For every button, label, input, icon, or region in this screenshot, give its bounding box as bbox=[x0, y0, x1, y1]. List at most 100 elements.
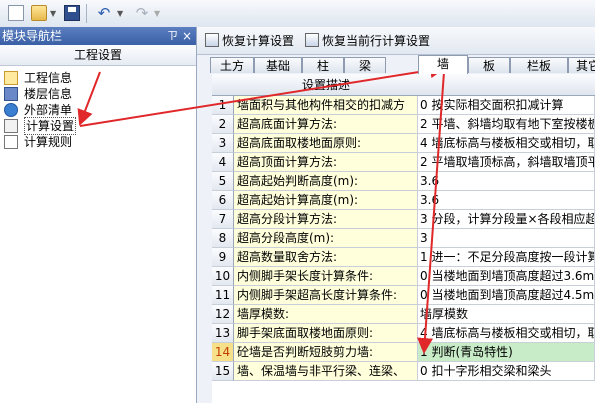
setting-value[interactable]: 0 按实际相交面积扣减计算 bbox=[418, 96, 595, 115]
tab-parapet[interactable]: 栏板 bbox=[510, 57, 568, 73]
table-row[interactable]: 2 超高底面计算方法: 2 平墙、斜墙均取有地下室按楼板 bbox=[212, 115, 595, 134]
setting-value[interactable]: 1 进一：不足分段高度按一段计算 bbox=[418, 248, 595, 267]
row-number: 13 bbox=[212, 324, 234, 343]
floor-icon bbox=[4, 87, 18, 101]
module-nav-panel: 模块导航栏 ㄗ × 工程设置 工程信息 楼层信息 外部清单 计算设置 计算规则 bbox=[0, 27, 197, 403]
table-row[interactable]: 4 超高顶面计算方法: 2 平墙取墙顶标高，斜墙取墙顶平 bbox=[212, 153, 595, 172]
setting-value[interactable]: 3.6 bbox=[418, 191, 595, 210]
table-row[interactable]: 11 内侧脚手架超高长度计算条件: 0 当楼地面到墙顶高度超过4.5m时 bbox=[212, 286, 595, 305]
nav-item-label: 工程信息 bbox=[24, 71, 73, 85]
tab-foundation[interactable]: 基础 bbox=[254, 57, 302, 73]
setting-description[interactable]: 超高分段计算方法: bbox=[234, 210, 418, 229]
setting-description[interactable]: 超高底面计算方法: bbox=[234, 115, 418, 134]
pin-icon[interactable]: ㄗ bbox=[167, 27, 178, 45]
nav-item-floor-info[interactable]: 楼层信息 bbox=[4, 86, 72, 102]
new-file-icon[interactable] bbox=[8, 5, 24, 21]
table-row[interactable]: 13 脚手架底面取楼地面原则: 4 墙底标高与楼板相交或相切，取 bbox=[212, 324, 595, 343]
table-row[interactable]: 7 超高分段计算方法: 3 分段，计算分段量×各段相应超 bbox=[212, 210, 595, 229]
nav-item-external-list[interactable]: 外部清单 bbox=[4, 102, 72, 118]
row-number: 8 bbox=[212, 229, 234, 248]
table-row[interactable]: 3 超高底面取楼地面原则: 4 墙底标高与楼板相交或相切，取 bbox=[212, 134, 595, 153]
table-row[interactable]: 12 墙厚模数: 墙厚模数 bbox=[212, 305, 595, 324]
setting-value[interactable]: 墙厚模数 bbox=[418, 305, 595, 324]
panel-title[interactable]: 工程设置 bbox=[0, 45, 196, 66]
setting-value[interactable]: 0 扣十字形相交梁和梁头 bbox=[418, 362, 595, 381]
restore-current-row-button[interactable]: 恢复当前行计算设置 bbox=[305, 32, 430, 48]
setting-value[interactable]: 4 墙底标高与楼板相交或相切，取 bbox=[418, 134, 595, 153]
chevron-down-icon: ▼ bbox=[154, 9, 161, 18]
restore-calc-settings-button[interactable]: 恢复计算设置 bbox=[205, 32, 294, 48]
nav-item-label: 外部清单 bbox=[24, 103, 73, 117]
table-row[interactable]: 8 超高分段高度(m): 3 bbox=[212, 229, 595, 248]
setting-description[interactable]: 墙面积与其他构件相交的扣减方 bbox=[234, 96, 418, 115]
table-row[interactable]: 10 内侧脚手架长度计算条件: 0 当楼地面到墙顶高度超过3.6m时 bbox=[212, 267, 595, 286]
nav-item-calc-settings[interactable]: 计算设置 bbox=[4, 117, 77, 135]
setting-description[interactable]: 超高底面取楼地面原则: bbox=[234, 134, 418, 153]
row-number: 9 bbox=[212, 248, 234, 267]
row-number: 3 bbox=[212, 134, 234, 153]
tab-column[interactable]: 柱 bbox=[302, 57, 344, 73]
setting-value[interactable]: 1 判断(青岛特性) bbox=[418, 343, 595, 362]
setting-description[interactable]: 内侧脚手架超高长度计算条件: bbox=[234, 286, 418, 305]
open-folder-icon[interactable] bbox=[31, 5, 47, 21]
setting-value[interactable]: 2 平墙、斜墙均取有地下室按楼板 bbox=[418, 115, 595, 134]
chevron-down-icon[interactable]: ▼ bbox=[117, 9, 123, 18]
setting-value[interactable]: 3.6 bbox=[418, 172, 595, 191]
tab-earthwork[interactable]: 土方 bbox=[210, 57, 254, 73]
setting-description[interactable]: 超高分段高度(m): bbox=[234, 229, 418, 248]
table-row[interactable]: 5 超高起始判断高度(m): 3.6 bbox=[212, 172, 595, 191]
tab-slab[interactable]: 板 bbox=[468, 57, 510, 73]
main-toolbar: ▼ ↶ ▼ ↷ ▼ bbox=[0, 0, 595, 28]
setting-value[interactable]: 0 当楼地面到墙顶高度超过3.6m时 bbox=[418, 267, 595, 286]
setting-description[interactable]: 超高数量取舍方法: bbox=[234, 248, 418, 267]
external-list-icon bbox=[4, 103, 18, 117]
tab-wall[interactable]: 墙 bbox=[418, 55, 468, 74]
row-number: 2 bbox=[212, 115, 234, 134]
setting-description[interactable]: 墙厚模数: bbox=[234, 305, 418, 324]
row-number: 15 bbox=[212, 362, 234, 381]
setting-value[interactable]: 3 bbox=[418, 229, 595, 248]
row-number: 4 bbox=[212, 153, 234, 172]
undo-icon[interactable]: ↶ bbox=[96, 5, 112, 21]
setting-description[interactable]: 脚手架底面取楼地面原则: bbox=[234, 324, 418, 343]
calc-rules-icon bbox=[4, 135, 18, 149]
nav-item-project-info[interactable]: 工程信息 bbox=[4, 70, 72, 86]
chevron-down-icon[interactable]: ▼ bbox=[50, 9, 56, 18]
row-number: 6 bbox=[212, 191, 234, 210]
table-row[interactable]: 15 墙、保温墙与非平行梁、连梁、 0 扣十字形相交梁和梁头 bbox=[212, 362, 595, 381]
column-header-value bbox=[418, 74, 595, 96]
setting-value[interactable]: 2 平墙取墙顶标高，斜墙取墙顶平 bbox=[418, 153, 595, 172]
setting-description[interactable]: 砼墙是否判断短肢剪力墙: bbox=[234, 343, 418, 362]
setting-description[interactable]: 内侧脚手架长度计算条件: bbox=[234, 267, 418, 286]
setting-description[interactable]: 超高起始计算高度(m): bbox=[234, 191, 418, 210]
restore-current-row-label: 恢复当前行计算设置 bbox=[322, 33, 431, 48]
table-row[interactable]: 9 超高数量取舍方法: 1 进一：不足分段高度按一段计算 bbox=[212, 248, 595, 267]
restore-row-icon bbox=[305, 33, 319, 47]
row-number: 11 bbox=[212, 286, 234, 305]
table-row[interactable]: 14 砼墙是否判断短肢剪力墙: 1 判断(青岛特性) bbox=[212, 343, 595, 362]
restore-calc-settings-label: 恢复计算设置 bbox=[222, 33, 295, 48]
setting-value[interactable]: 3 分段，计算分段量×各段相应超 bbox=[418, 210, 595, 229]
table-row[interactable]: 6 超高起始计算高度(m): 3.6 bbox=[212, 191, 595, 210]
redo-icon[interactable]: ↷ bbox=[134, 5, 150, 21]
row-number: 14 bbox=[212, 343, 234, 362]
save-icon[interactable] bbox=[64, 5, 80, 21]
close-icon[interactable]: × bbox=[182, 27, 192, 45]
row-number: 1 bbox=[212, 96, 234, 115]
nav-item-calc-rules[interactable]: 计算规则 bbox=[4, 134, 72, 150]
setting-description[interactable]: 超高顶面计算方法: bbox=[234, 153, 418, 172]
nav-item-label: 计算设置 bbox=[24, 117, 77, 135]
tab-beam[interactable]: 梁 bbox=[344, 57, 386, 73]
table-row[interactable]: 1 墙面积与其他构件相交的扣减方 0 按实际相交面积扣减计算 bbox=[212, 96, 595, 115]
column-header-desc: 设置描述 bbox=[234, 74, 418, 96]
setting-description[interactable]: 超高起始判断高度(m): bbox=[234, 172, 418, 191]
toolbar-divider bbox=[86, 4, 87, 23]
restore-icon bbox=[205, 33, 219, 47]
setting-description[interactable]: 墙、保温墙与非平行梁、连梁、 bbox=[234, 362, 418, 381]
setting-value[interactable]: 0 当楼地面到墙顶高度超过4.5m时 bbox=[418, 286, 595, 305]
row-number-header bbox=[212, 74, 234, 96]
row-number: 10 bbox=[212, 267, 234, 286]
panel-header-title: 模块导航栏 bbox=[2, 29, 63, 43]
tab-other[interactable]: 其它 bbox=[568, 57, 595, 73]
setting-value[interactable]: 4 墙底标高与楼板相交或相切，取 bbox=[418, 324, 595, 343]
